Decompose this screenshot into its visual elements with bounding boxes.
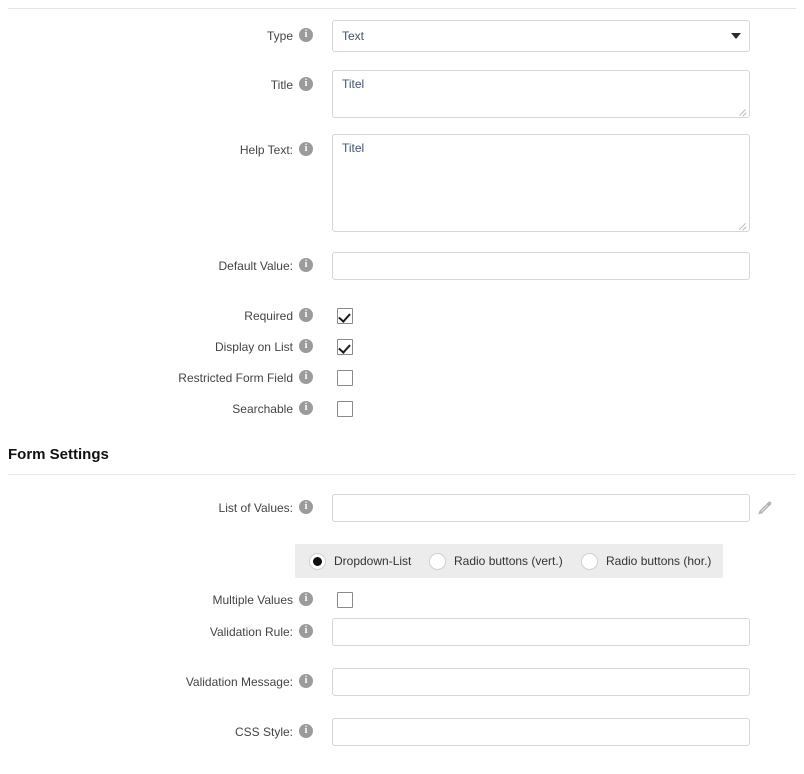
type-select[interactable]: Text [332,20,750,52]
radio-icon [581,552,598,570]
radio-option-radio-buttons-hor[interactable]: Radio buttons (hor.) [581,544,711,578]
radio-icon [309,552,326,570]
radio-option-radio-buttons-vert[interactable]: Radio buttons (vert.) [429,544,563,578]
info-icon[interactable]: i [299,308,313,322]
label-css-style: CSS Style: [234,725,293,739]
label-searchable: Searchable [232,402,293,416]
type-select-value: Text [342,29,365,43]
form-settings-divider [8,474,796,475]
radio-label: Dropdown-List [334,554,412,568]
css-style-input[interactable] [332,718,750,746]
info-icon[interactable]: i [299,500,313,514]
label-validation-rule: Validation Rule: [209,625,293,639]
info-icon[interactable]: i [299,592,313,606]
label-required: Required [244,309,293,323]
info-icon[interactable]: i [299,28,313,42]
required-checkbox[interactable] [337,308,353,324]
label-validation-message: Validation Message: [185,675,293,689]
info-icon[interactable]: i [299,142,313,156]
info-icon[interactable]: i [299,724,313,738]
chevron-down-icon [731,33,741,39]
info-icon[interactable]: i [299,370,313,384]
pencil-icon[interactable] [756,500,773,517]
label-default-value: Default Value: [218,259,294,273]
label-restricted-form-field: Restricted Form Field [178,371,293,385]
title-textarea[interactable] [332,70,750,118]
searchable-checkbox[interactable] [337,401,353,417]
info-icon[interactable]: i [299,258,313,272]
label-type: Type [266,29,293,43]
label-display-on-list: Display on List [214,340,293,354]
info-icon[interactable]: i [299,674,313,688]
default-value-input[interactable] [332,252,750,280]
info-icon[interactable]: i [299,77,313,91]
info-icon[interactable]: i [299,624,313,638]
label-title: Title [270,78,293,92]
field-editor-form: Type i Text Title i Help Text: i Default… [0,0,804,774]
help-text-textarea[interactable] [332,134,750,232]
form-settings-heading: Form Settings [8,446,109,463]
list-of-values-input[interactable] [332,494,750,522]
label-list-of-values: List of Values: [218,501,293,515]
top-divider [8,8,796,9]
display-mode-radio-group: Dropdown-List Radio buttons (vert.) Radi… [295,544,723,578]
label-multiple-values: Multiple Values [212,593,293,607]
label-help-text: Help Text: [239,143,293,157]
validation-rule-input[interactable] [332,618,750,646]
info-icon[interactable]: i [299,401,313,415]
radio-icon [429,552,446,570]
radio-label: Radio buttons (hor.) [606,554,712,568]
validation-message-input[interactable] [332,668,750,696]
info-icon[interactable]: i [299,339,313,353]
multiple-values-checkbox[interactable] [337,592,353,608]
display-on-list-checkbox[interactable] [337,339,353,355]
restricted-form-field-checkbox[interactable] [337,370,353,386]
radio-label: Radio buttons (vert.) [454,554,563,568]
radio-option-dropdown-list[interactable]: Dropdown-List [309,544,411,578]
